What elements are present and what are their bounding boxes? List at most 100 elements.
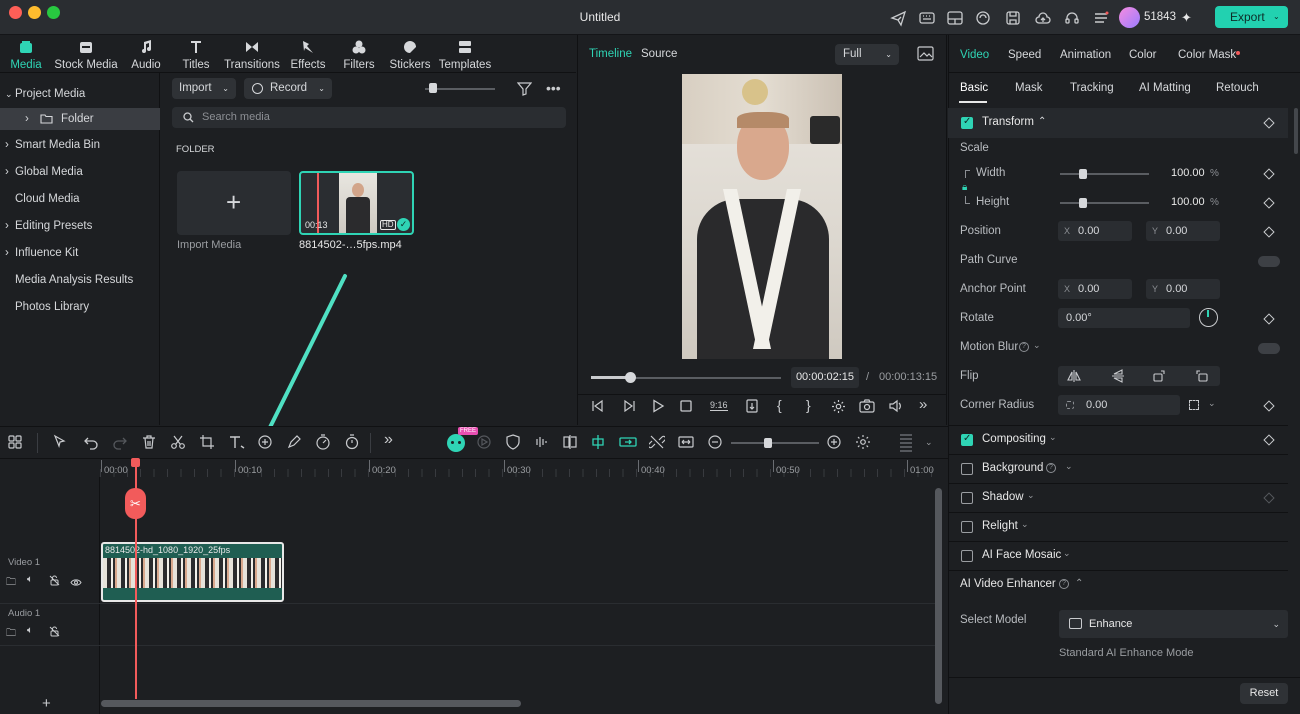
track-speaker-icon[interactable]: 🔈︎ bbox=[27, 625, 33, 636]
subtab-mask[interactable]: Mask bbox=[1015, 82, 1042, 94]
stop-icon[interactable] bbox=[680, 400, 692, 412]
keyboard-icon[interactable] bbox=[918, 9, 936, 27]
tab-audio[interactable]: Audio bbox=[126, 35, 166, 73]
crop-icon[interactable] bbox=[199, 434, 217, 452]
track-eye-icon[interactable] bbox=[70, 576, 82, 586]
timeline-zoom-slider[interactable] bbox=[731, 442, 819, 444]
add-track-icon[interactable]: + bbox=[42, 695, 51, 712]
voice-icon[interactable] bbox=[534, 434, 552, 452]
tab-effects[interactable]: Effects bbox=[288, 35, 328, 73]
tree-item-project-media[interactable]: ⌄ Project Media bbox=[0, 83, 160, 105]
chevron-down-icon[interactable]: ⌄ bbox=[1033, 340, 1041, 351]
panel-grip-icon[interactable] bbox=[900, 434, 912, 452]
tab-source[interactable]: Source bbox=[641, 48, 677, 60]
aspect-ratio-icon[interactable]: 9:16 bbox=[710, 400, 728, 411]
help-icon[interactable]: ? bbox=[1046, 463, 1056, 473]
select-pointer-icon[interactable] bbox=[52, 434, 70, 452]
transform-checkbox[interactable]: ✓ bbox=[961, 116, 973, 129]
tab-stock-media[interactable]: Stock Media bbox=[52, 35, 120, 73]
send-feedback-icon[interactable] bbox=[890, 9, 908, 27]
timeline-video-clip[interactable]: 8814502-hd_1080_1920_25fps bbox=[101, 542, 284, 602]
lock-icon[interactable]: 🔒︎ bbox=[962, 182, 967, 193]
split-scissors-marker-icon[interactable]: ✂ bbox=[125, 488, 146, 519]
timeline-settings-icon[interactable] bbox=[855, 434, 873, 452]
volume-icon[interactable] bbox=[888, 399, 904, 413]
settings-gear-icon[interactable] bbox=[831, 399, 846, 414]
scrubber-knob[interactable] bbox=[625, 372, 636, 383]
chevron-down-icon[interactable]: ⌄ bbox=[1049, 432, 1057, 443]
help-icon[interactable]: ? bbox=[1059, 579, 1069, 589]
chevron-down-icon[interactable]: ⌄ bbox=[1208, 398, 1216, 409]
corner-radius-field[interactable]: 0.00 bbox=[1058, 395, 1180, 415]
fit-timeline-icon[interactable] bbox=[678, 434, 696, 452]
more-tools-icon[interactable]: » bbox=[384, 431, 393, 449]
rotate-right-icon[interactable] bbox=[1195, 369, 1209, 383]
record-dropdown[interactable]: Record ⌄ bbox=[244, 78, 332, 99]
tab-media[interactable]: Media bbox=[4, 35, 48, 73]
track-speaker-icon[interactable]: 🔈︎ bbox=[27, 574, 33, 585]
chevron-down-icon[interactable]: ⌄ bbox=[1063, 548, 1071, 559]
camera-snapshot-icon[interactable] bbox=[859, 399, 875, 413]
unlink-icon[interactable] bbox=[649, 434, 667, 452]
motion-blur-toggle[interactable] bbox=[1258, 343, 1280, 354]
background-checkbox[interactable] bbox=[961, 463, 973, 475]
timer-icon[interactable] bbox=[344, 434, 362, 452]
timeline-zoom-knob[interactable] bbox=[764, 438, 772, 448]
split-scissors-icon[interactable] bbox=[170, 434, 188, 452]
subtab-tracking[interactable]: Tracking bbox=[1070, 82, 1114, 94]
rotate-dial-icon[interactable] bbox=[1199, 308, 1218, 327]
track-lock-icon[interactable] bbox=[49, 626, 60, 637]
zoom-out-icon[interactable] bbox=[707, 434, 725, 452]
anchor-x-field[interactable]: X 0.00 bbox=[1058, 279, 1132, 299]
anchor-y-field[interactable]: Y 0.00 bbox=[1146, 279, 1220, 299]
tree-item-influence-kit[interactable]: › Influence Kit bbox=[0, 242, 160, 264]
audio-sync-icon[interactable] bbox=[257, 434, 275, 452]
reset-button[interactable]: Reset bbox=[1240, 683, 1288, 704]
corner-mode-icon[interactable] bbox=[1189, 400, 1199, 410]
snap-magnet-icon[interactable] bbox=[590, 434, 608, 452]
text-tool-icon[interactable] bbox=[228, 434, 246, 452]
tab-templates[interactable]: Templates bbox=[438, 35, 492, 73]
media-clip-thumbnail[interactable]: 00:13 HD ✓ bbox=[299, 171, 414, 235]
chevron-down-icon[interactable]: ⌄ bbox=[1065, 461, 1073, 472]
filter-icon[interactable] bbox=[517, 81, 532, 96]
previous-frame-icon[interactable] bbox=[590, 399, 606, 413]
tree-item-smart-media-bin[interactable]: › Smart Media Bin bbox=[0, 134, 160, 156]
import-media-tile[interactable]: + bbox=[177, 171, 291, 235]
flip-vertical-icon[interactable] bbox=[1111, 369, 1125, 383]
mirror-icon[interactable] bbox=[562, 434, 580, 452]
model-select[interactable]: Enhance ⌄ bbox=[1059, 610, 1288, 638]
import-dropdown[interactable]: Import ⌄ bbox=[172, 78, 236, 99]
timeline-vertical-scrollbar[interactable] bbox=[935, 488, 942, 704]
undo-icon[interactable] bbox=[83, 434, 101, 452]
properties-scrollbar[interactable] bbox=[1294, 108, 1298, 154]
track-lock-icon[interactable] bbox=[49, 575, 60, 586]
rotate-left-icon[interactable] bbox=[1152, 369, 1166, 383]
redo-icon[interactable] bbox=[112, 434, 130, 452]
tree-item-folder[interactable]: › Folder bbox=[0, 108, 160, 130]
relight-checkbox[interactable] bbox=[961, 521, 973, 533]
save-icon[interactable] bbox=[1004, 9, 1022, 27]
shield-icon[interactable] bbox=[505, 434, 523, 452]
color-pen-icon[interactable] bbox=[286, 434, 304, 452]
height-slider[interactable] bbox=[1060, 202, 1149, 204]
subtab-basic[interactable]: Basic bbox=[960, 82, 988, 94]
position-x-field[interactable]: X 0.00 bbox=[1058, 221, 1132, 241]
chevron-down-icon[interactable]: ⌄ bbox=[1027, 490, 1035, 501]
mark-in-icon[interactable]: { bbox=[777, 397, 782, 413]
ai-assistant-icon[interactable] bbox=[447, 434, 465, 452]
more-options-icon[interactable]: ••• bbox=[546, 80, 561, 96]
chevron-down-icon[interactable]: ⌄ bbox=[925, 437, 933, 448]
search-media-input[interactable]: Search media bbox=[172, 107, 566, 128]
path-curve-toggle[interactable] bbox=[1258, 256, 1280, 267]
tab-animation[interactable]: Animation bbox=[1060, 49, 1111, 61]
tab-transitions[interactable]: Transitions bbox=[222, 35, 282, 73]
height-value[interactable]: 100.00 bbox=[1171, 196, 1205, 208]
sparkle-icon[interactable]: ✦ bbox=[1181, 10, 1192, 26]
chevron-up-icon[interactable]: ⌃ bbox=[1038, 116, 1046, 127]
width-slider[interactable] bbox=[1060, 173, 1149, 175]
speed-icon[interactable] bbox=[315, 434, 333, 452]
width-slider-knob[interactable] bbox=[1079, 169, 1087, 179]
tab-color[interactable]: Color bbox=[1129, 49, 1156, 61]
tab-video[interactable]: Video bbox=[960, 49, 989, 61]
